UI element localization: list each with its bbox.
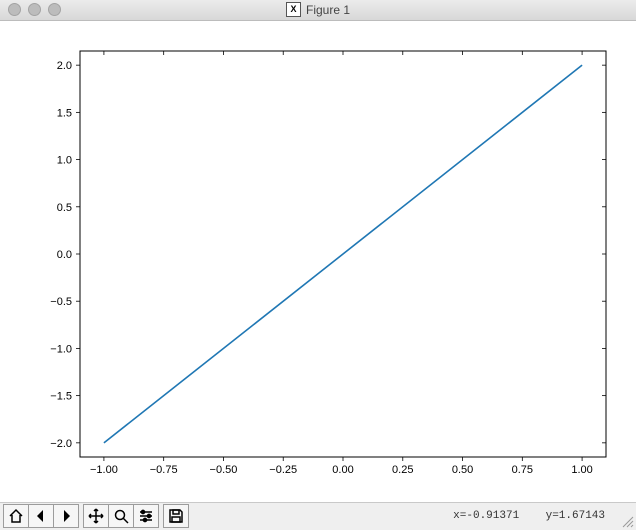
window-titlebar: X Figure 1 bbox=[0, 0, 636, 21]
window-title: Figure 1 bbox=[306, 3, 350, 17]
save-button[interactable] bbox=[164, 505, 188, 527]
forward-button[interactable] bbox=[53, 505, 78, 527]
arrow-right-icon bbox=[58, 508, 74, 524]
arrow-left-icon bbox=[33, 508, 49, 524]
resize-grip[interactable] bbox=[620, 514, 634, 528]
chart-plot: −1.00−0.75−0.50−0.250.000.250.500.751.00… bbox=[0, 21, 636, 499]
magnifier-icon bbox=[113, 508, 129, 524]
minimize-window-button[interactable] bbox=[28, 3, 41, 16]
svg-text:1.0: 1.0 bbox=[57, 154, 72, 166]
home-button[interactable] bbox=[4, 505, 28, 527]
svg-text:0.50: 0.50 bbox=[452, 464, 473, 476]
sliders-icon bbox=[138, 508, 154, 524]
figure-canvas[interactable]: −1.00−0.75−0.50−0.250.000.250.500.751.00… bbox=[0, 21, 636, 502]
move-icon bbox=[88, 508, 104, 524]
back-button[interactable] bbox=[28, 505, 53, 527]
zoom-button[interactable] bbox=[108, 505, 133, 527]
svg-text:0.5: 0.5 bbox=[57, 202, 72, 214]
svg-text:2.0: 2.0 bbox=[57, 60, 72, 72]
svg-text:−0.5: −0.5 bbox=[50, 296, 72, 308]
svg-text:−0.25: −0.25 bbox=[269, 464, 297, 476]
cursor-coordinates: x=-0.91371 y=1.67143 bbox=[453, 510, 605, 522]
home-icon bbox=[8, 508, 24, 524]
svg-text:1.00: 1.00 bbox=[571, 464, 592, 476]
save-icon bbox=[168, 508, 184, 524]
svg-text:−2.0: −2.0 bbox=[50, 438, 72, 450]
svg-text:−0.50: −0.50 bbox=[210, 464, 238, 476]
svg-text:0.00: 0.00 bbox=[332, 464, 353, 476]
svg-text:−1.0: −1.0 bbox=[50, 343, 72, 355]
svg-text:−1.00: −1.00 bbox=[90, 464, 118, 476]
svg-text:0.0: 0.0 bbox=[57, 249, 72, 261]
pan-button[interactable] bbox=[84, 505, 108, 527]
svg-text:−1.5: −1.5 bbox=[50, 391, 72, 403]
window-controls bbox=[8, 3, 61, 16]
configure-subplots-button[interactable] bbox=[133, 505, 158, 527]
zoom-window-button[interactable] bbox=[48, 3, 61, 16]
svg-text:1.5: 1.5 bbox=[57, 107, 72, 119]
svg-text:−0.75: −0.75 bbox=[150, 464, 178, 476]
navigation-toolbar: x=-0.91371 y=1.67143 bbox=[0, 502, 636, 530]
svg-text:0.75: 0.75 bbox=[512, 464, 533, 476]
x11-app-icon: X bbox=[286, 2, 301, 17]
svg-text:0.25: 0.25 bbox=[392, 464, 413, 476]
close-window-button[interactable] bbox=[8, 3, 21, 16]
